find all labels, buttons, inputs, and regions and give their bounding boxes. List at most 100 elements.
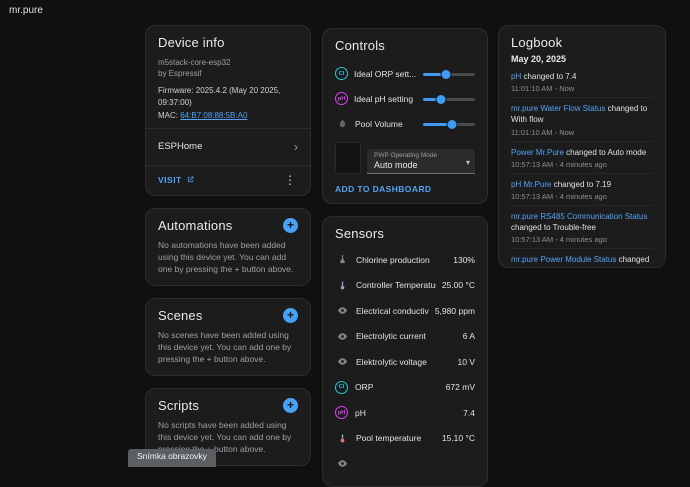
device-info-title: Device info bbox=[158, 35, 298, 50]
sensor-label: Electrolytic current bbox=[356, 331, 457, 341]
controls-card: Controls Cl Ideal ORP sett... pH Ideal p… bbox=[322, 28, 488, 204]
automations-title: Automations bbox=[158, 218, 232, 233]
entity-link[interactable]: pH bbox=[511, 72, 521, 81]
entry-action: changed to Trouble-free bbox=[511, 223, 596, 232]
integration-row-esphome[interactable]: ESPHome › bbox=[158, 137, 298, 157]
chlorine-icon: Cl bbox=[335, 381, 348, 394]
eye-icon bbox=[335, 331, 349, 342]
entry-time: 10:57:13 AM - 4 minutes ago bbox=[511, 192, 653, 201]
mac-label: MAC: bbox=[158, 111, 180, 120]
logbook-entry: mr.pure Power Module Status changed to bbox=[511, 249, 653, 268]
sensor-label: Electrical conductivity bbox=[356, 306, 429, 316]
scenes-empty-text: No scenes have been added using this dev… bbox=[158, 329, 298, 366]
sensor-row[interactable]: Elektrolytic voltage 10 V bbox=[335, 349, 475, 375]
device-info-card: Device info m5stack-core-esp32 by Espres… bbox=[145, 25, 311, 196]
sensor-label: Elektrolytic voltage bbox=[356, 357, 452, 367]
divider bbox=[146, 165, 310, 166]
automations-card: Automations + No automations have been a… bbox=[145, 208, 311, 286]
sensor-value: 25.00 °C bbox=[442, 280, 475, 290]
sensor-row[interactable]: Chlorine production 130% bbox=[335, 247, 475, 273]
logbook-date: May 20, 2025 bbox=[511, 54, 653, 64]
entry-time: 11:01:10 AM - Now bbox=[511, 84, 653, 93]
open-in-new-icon bbox=[186, 175, 195, 184]
visit-label: VISIT bbox=[158, 175, 182, 185]
visit-link[interactable]: VISIT bbox=[158, 175, 195, 185]
sensor-label: Pool temperature bbox=[356, 433, 436, 443]
scenes-title: Scenes bbox=[158, 308, 203, 323]
add-script-button[interactable]: + bbox=[283, 398, 298, 413]
eye-icon bbox=[335, 305, 349, 316]
sensor-row[interactable]: Controller Temperature 25.00 °C bbox=[335, 273, 475, 299]
sensor-row[interactable]: Cl ORP 672 mV bbox=[335, 375, 475, 401]
entry-action: changed to Auto mode bbox=[564, 148, 646, 157]
divider bbox=[146, 128, 310, 129]
right-column: Logbook May 20, 2025 pH changed to 7.4 1… bbox=[498, 25, 666, 268]
controls-title: Controls bbox=[335, 38, 475, 53]
ph-icon: pH bbox=[335, 92, 348, 105]
screenshot-button[interactable]: Snímka obrazovky bbox=[128, 449, 216, 467]
sensor-label: Chlorine production bbox=[356, 255, 447, 265]
scenes-card: Scenes + No scenes have been added using… bbox=[145, 298, 311, 376]
orp-slider[interactable] bbox=[423, 68, 475, 80]
device-firmware: Firmware: 2025.4.2 (May 20 2025, 09:37:0… bbox=[158, 85, 298, 107]
thermometer-icon bbox=[335, 433, 349, 444]
control-label: Ideal pH setting bbox=[354, 94, 423, 104]
control-row-volume: Pool Volume bbox=[335, 111, 475, 136]
sensor-label: pH bbox=[355, 408, 457, 418]
eye-icon bbox=[335, 356, 349, 367]
operating-mode-select[interactable]: PWP Operating Mode Auto mode ▾ bbox=[367, 149, 475, 174]
control-row-ph: pH Ideal pH setting bbox=[335, 86, 475, 111]
entity-link[interactable]: Power Mr.Pure bbox=[511, 148, 564, 157]
more-options-icon[interactable]: ⋮ bbox=[282, 174, 298, 186]
sensor-row[interactable]: Electrolytic current 6 A bbox=[335, 324, 475, 350]
ph-slider[interactable] bbox=[423, 93, 475, 105]
device-mac: MAC: 64:B7:08:88:5B:A0 bbox=[158, 111, 298, 120]
sensor-value: 15.10 °C bbox=[442, 433, 475, 443]
sensor-value: 6 A bbox=[463, 331, 475, 341]
entry-action: changed to 7.19 bbox=[551, 180, 611, 189]
flask-icon bbox=[335, 254, 349, 265]
sensor-row[interactable]: Electrical conductivity 5,980 ppm bbox=[335, 298, 475, 324]
entity-link[interactable]: mr.pure RS485 Communication Status bbox=[511, 212, 648, 221]
volume-slider[interactable] bbox=[423, 118, 475, 130]
logbook-card: Logbook May 20, 2025 pH changed to 7.4 1… bbox=[498, 25, 666, 268]
control-label: Pool Volume bbox=[355, 119, 423, 129]
logbook-entry: Power Mr.Pure changed to Auto mode 10:57… bbox=[511, 142, 653, 174]
entity-link[interactable]: pH Mr.Pure bbox=[511, 180, 551, 189]
add-to-dashboard-link[interactable]: ADD TO DASHBOARD bbox=[335, 184, 475, 194]
logbook-title: Logbook bbox=[511, 35, 653, 50]
sensor-row[interactable]: pH pH 7.4 bbox=[335, 400, 475, 426]
water-drop-icon bbox=[335, 118, 349, 129]
control-row-orp: Cl Ideal ORP sett... bbox=[335, 61, 475, 86]
sensors-title: Sensors bbox=[335, 226, 475, 241]
left-column: Device info m5stack-core-esp32 by Espres… bbox=[145, 25, 311, 466]
device-model: m5stack-core-esp32 bbox=[158, 57, 298, 68]
entry-time: 10:57:13 AM - 4 minutes ago bbox=[511, 235, 653, 244]
logbook-entry: pH Mr.Pure changed to 7.19 10:57:13 AM -… bbox=[511, 174, 653, 206]
entity-link[interactable]: mr.pure Water Flow Status bbox=[511, 104, 605, 113]
scripts-title: Scripts bbox=[158, 398, 199, 413]
sensor-value: 7.4 bbox=[463, 408, 475, 418]
operating-mode-row: PWP Operating Mode Auto mode ▾ bbox=[335, 142, 475, 174]
add-automation-button[interactable]: + bbox=[283, 218, 298, 233]
logbook-entry: pH changed to 7.4 11:01:10 AM - Now bbox=[511, 66, 653, 98]
sensor-value: 672 mV bbox=[446, 382, 475, 392]
entry-time: 11:01:10 AM - Now bbox=[511, 128, 653, 137]
sensor-value: 5,980 ppm bbox=[435, 306, 475, 316]
ph-icon: pH bbox=[335, 406, 348, 419]
sensor-label: Controller Temperature bbox=[356, 280, 436, 290]
logbook-entry: mr.pure Water Flow Status changed to Wit… bbox=[511, 98, 653, 141]
sensor-value: 130% bbox=[453, 255, 475, 265]
sensor-value: 10 V bbox=[458, 357, 476, 367]
device-info-footer: VISIT ⋮ bbox=[158, 174, 298, 186]
entry-time: 10:57:13 AM - 4 minutes ago bbox=[511, 160, 653, 169]
mac-link[interactable]: 64:B7:08:88:5B:A0 bbox=[180, 111, 247, 120]
add-scene-button[interactable]: + bbox=[283, 308, 298, 323]
top-toolbar: mr.pure bbox=[0, 0, 690, 22]
chlorine-icon: Cl bbox=[335, 67, 348, 80]
sensor-row[interactable]: Pool temperature 15.10 °C bbox=[335, 426, 475, 452]
sensor-label: ORP bbox=[355, 382, 440, 392]
entity-link[interactable]: mr.pure Power Module Status bbox=[511, 255, 616, 264]
sensor-row-partial[interactable] bbox=[335, 451, 475, 477]
device-photo-thumbnail bbox=[335, 142, 361, 174]
